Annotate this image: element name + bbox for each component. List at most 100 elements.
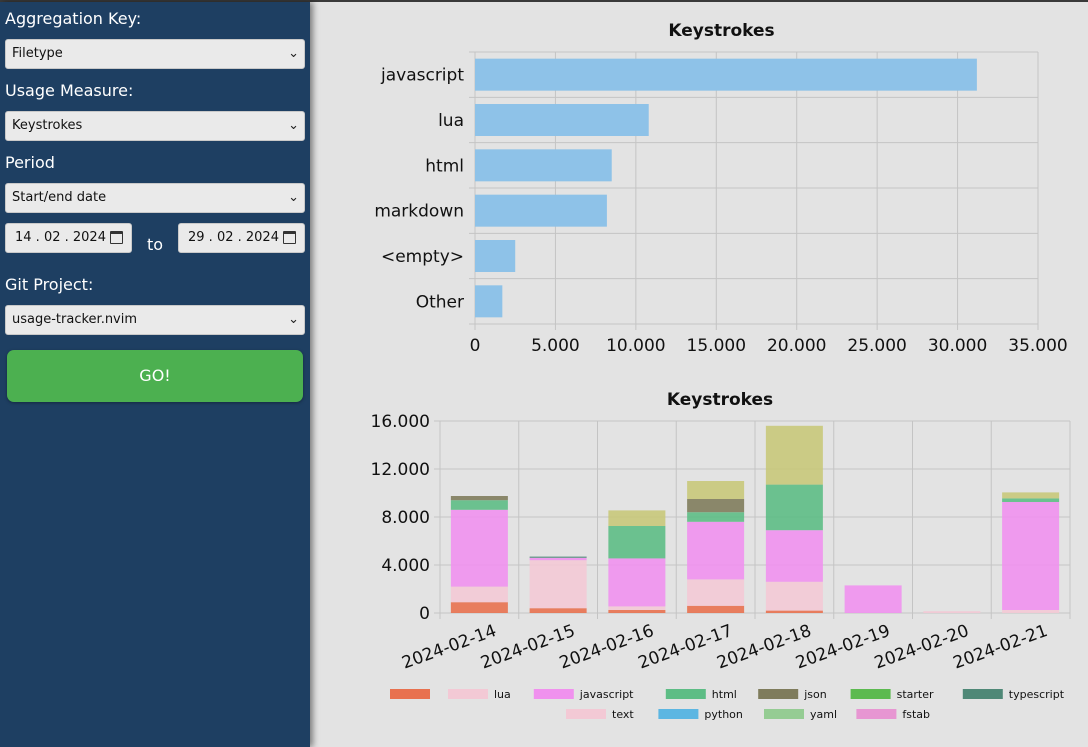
chart-title: Keystrokes [667,390,773,410]
chevron-down-icon: ⌄ [288,190,299,205]
legend-label: python [704,708,743,721]
bar-segment [765,610,823,613]
y-tick-label: 0 [419,604,430,624]
legend-label: typescript [1009,688,1065,701]
start-date-value: 14 . 02 . 2024 [15,230,106,245]
legend-swatch [390,689,430,699]
git-project-value: usage-tracker.nvim [12,312,138,327]
legend-swatch [962,689,1003,699]
legend-swatch [658,709,699,719]
bar-segment [450,586,508,603]
bar-segment [765,425,823,485]
bar-segment [687,512,745,522]
legend-label: yaml [810,708,837,721]
legend-label: text [612,708,634,721]
legend-swatch [566,709,606,719]
bar-segment [608,510,666,526]
bar-segment [765,484,823,531]
bar-segment [1002,610,1060,613]
calendar-icon[interactable] [283,231,296,244]
legend-label: fstab [902,708,930,721]
bar-segment [450,500,508,510]
legend-swatch [758,689,799,699]
bar-segment [687,481,745,499]
chevron-down-icon: ⌄ [288,118,299,133]
legend-swatch [850,689,891,699]
chevron-down-icon: ⌄ [288,312,299,327]
legend-label: html [712,688,737,701]
bar-segment [1002,492,1060,499]
bar-segment [687,499,745,513]
bar-segment [687,521,745,580]
bar-segment [923,611,981,613]
x-tick-label: 30.000 [928,336,987,356]
bar-segment [529,608,587,613]
y-tick-label: html [425,156,464,176]
bar-segment [687,605,745,613]
bar-segment [765,581,823,611]
legend-label: javascript [579,688,634,701]
period-select[interactable]: Start/end date ⌄ [5,183,305,213]
legend-swatch [533,689,574,699]
bar-segment [529,557,587,561]
x-tick-label: 25.000 [847,336,906,356]
legend-swatch [856,709,897,719]
bar-segment [450,509,508,587]
y-tick-label: <empty> [381,247,464,267]
sidebar: Aggregation Key: Filetype ⌄ Usage Measur… [0,2,310,747]
go-button[interactable]: GO! [7,350,303,402]
stacked-bar-chart: Keystrokes04.0008.00012.00016.0002024-02… [371,390,1071,721]
bar-other [475,285,503,318]
y-tick-label: Other [416,292,464,312]
bar-javascript [475,58,977,91]
aggregation-key-value: Filetype [12,46,63,61]
usage-measure-select[interactable]: Keystrokes ⌄ [5,111,305,141]
bar-segment [844,585,902,613]
bar-lua [475,104,649,136]
bar-segment [450,602,508,613]
git-project-label: Git Project: [5,275,94,294]
legend-swatch [764,709,804,719]
x-tick-label: 10.000 [606,336,665,356]
x-tick-label: 20.000 [767,336,826,356]
legend-swatch [448,689,488,699]
y-tick-label: markdown [374,202,464,222]
aggregation-key-label: Aggregation Key: [5,9,142,28]
x-tick-label: 35.000 [1008,336,1067,356]
x-tick-label: 15.000 [687,336,746,356]
legend-label: json [803,688,827,701]
calendar-icon[interactable] [110,231,123,244]
horizontal-bar-chart: Keystrokes 0 5.000 10.000 15.000 20.000 25.000… [374,21,1067,356]
bar-segment [529,560,587,609]
legend-label: starter [897,688,934,701]
git-project-select[interactable]: usage-tracker.nvim ⌄ [5,305,305,335]
end-date-value: 29 . 02 . 2024 [188,230,279,245]
bar-empty [475,240,516,272]
y-tick-label: 4.000 [381,556,430,576]
bar-segment [1002,498,1060,502]
start-date-input[interactable]: 14 . 02 . 2024 [5,223,132,253]
x-tick-label: 0 [470,336,481,356]
y-tick-label: javascript [380,66,464,86]
y-tick-label: lua [438,111,464,131]
usage-measure-value: Keystrokes [12,118,83,133]
legend-swatch [665,689,706,699]
bar-segment [687,579,745,606]
x-tick-label: 5.000 [531,336,580,356]
bar-segment [450,496,508,501]
bar-segment [529,556,587,558]
bar-markdown [475,194,607,227]
period-value: Start/end date [12,190,107,205]
end-date-input[interactable]: 29 . 02 . 2024 [178,223,305,253]
bar-segment [1002,502,1060,610]
bar-segment [765,530,823,582]
legend-label: lua [494,688,511,701]
to-label: to [147,235,164,254]
chevron-down-icon: ⌄ [288,46,299,61]
y-tick-label: 8.000 [381,508,430,528]
usage-measure-label: Usage Measure: [5,81,134,100]
aggregation-key-select[interactable]: Filetype ⌄ [5,39,305,69]
y-tick-label: 12.000 [371,460,430,480]
bar-segment [608,526,666,559]
period-label: Period [5,153,55,172]
